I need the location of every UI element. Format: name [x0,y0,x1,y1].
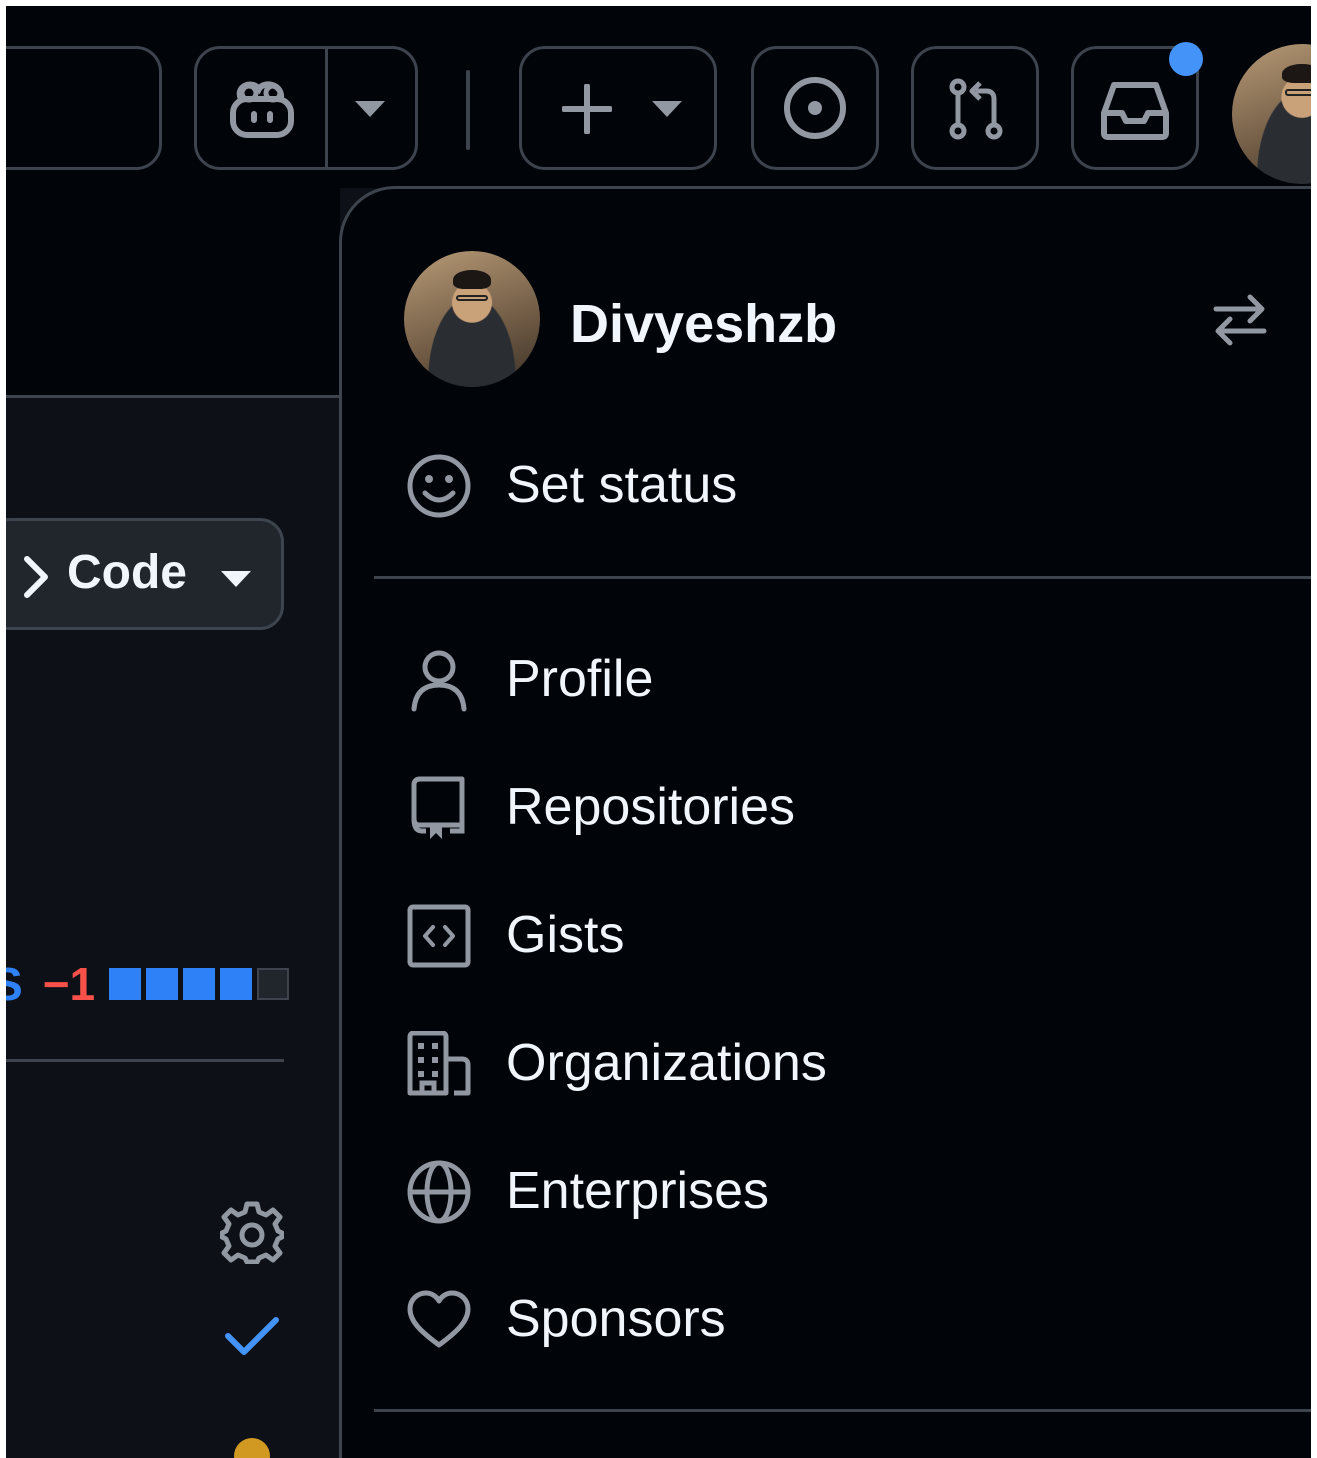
user-menu: Divyeshzb Set status Profile Repositorie… [339,186,1311,1458]
menu-item-repositories[interactable]: Repositories [406,767,1286,847]
globe-icon [407,1160,471,1224]
organization-icon [407,1031,471,1096]
chevron-down-icon [652,101,682,117]
gear-icon[interactable] [220,1200,284,1264]
person-icon [411,650,467,712]
menu-item-enterprises[interactable]: Enterprises [406,1151,1286,1231]
copilot-icon [230,81,294,138]
switch-account-icon[interactable] [1212,291,1268,347]
sidebar-separator [6,1059,284,1062]
diff-block [257,968,290,1000]
menu-item-label: Sponsors [506,1290,726,1348]
header-avatar[interactable] [1232,44,1311,184]
chevron-right-icon [24,556,48,598]
menu-item-set-status[interactable]: Set status [406,445,1286,525]
screen: Code S −1 Divyeshzb Set status Profile R… [6,6,1311,1458]
inbox-icon [1101,82,1169,140]
code-square-icon [407,904,471,968]
create-new-button[interactable] [519,46,717,170]
status-dot-pending [234,1438,270,1458]
menu-item-label: Profile [506,650,654,708]
notification-indicator [1169,42,1203,76]
menu-item-label: Repositories [506,778,796,836]
diff-block [183,968,216,1000]
menu-avatar [404,251,540,387]
check-icon [225,1317,279,1355]
chevron-down-icon[interactable] [355,99,385,119]
diff-blocks [109,968,290,1000]
repo-header-area [6,188,340,398]
menu-item-sponsors[interactable]: Sponsors [406,1279,1286,1359]
repo-header-border [6,395,340,398]
menu-item-label: Enterprises [506,1162,769,1220]
diff-block [146,968,179,1000]
git-pull-request-icon [949,78,1003,140]
menu-item-label: Set status [506,456,738,514]
heart-icon [407,1290,471,1348]
diff-added-count: S [6,958,23,1010]
copilot-button[interactable] [197,49,328,167]
menu-divider [374,576,1311,579]
diff-block [220,968,253,1000]
menu-item-profile[interactable]: Profile [406,639,1286,719]
repo-icon [411,776,465,839]
chevron-down-icon [221,571,251,587]
code-button-label: Code [67,546,187,599]
diff-block [109,968,142,1000]
menu-item-label: Gists [506,906,625,964]
menu-item-gists[interactable]: Gists [406,895,1286,975]
menu-item-label: Organizations [506,1034,827,1092]
plus-icon [562,84,612,134]
global-header [6,6,1311,188]
code-button[interactable]: Code [6,518,284,630]
copilot-button-group [194,46,418,170]
diff-deleted-count: −1 [42,958,96,1010]
issues-button[interactable] [751,46,879,170]
header-divider [466,70,470,150]
search-box[interactable] [6,46,162,170]
menu-divider [374,1409,1311,1412]
menu-username: Divyeshzb [570,294,838,354]
issue-opened-icon [784,77,846,139]
smiley-icon [407,454,471,518]
pull-requests-button[interactable] [911,46,1039,170]
diff-stat: S −1 [6,954,290,1014]
menu-item-organizations[interactable]: Organizations [406,1023,1286,1103]
